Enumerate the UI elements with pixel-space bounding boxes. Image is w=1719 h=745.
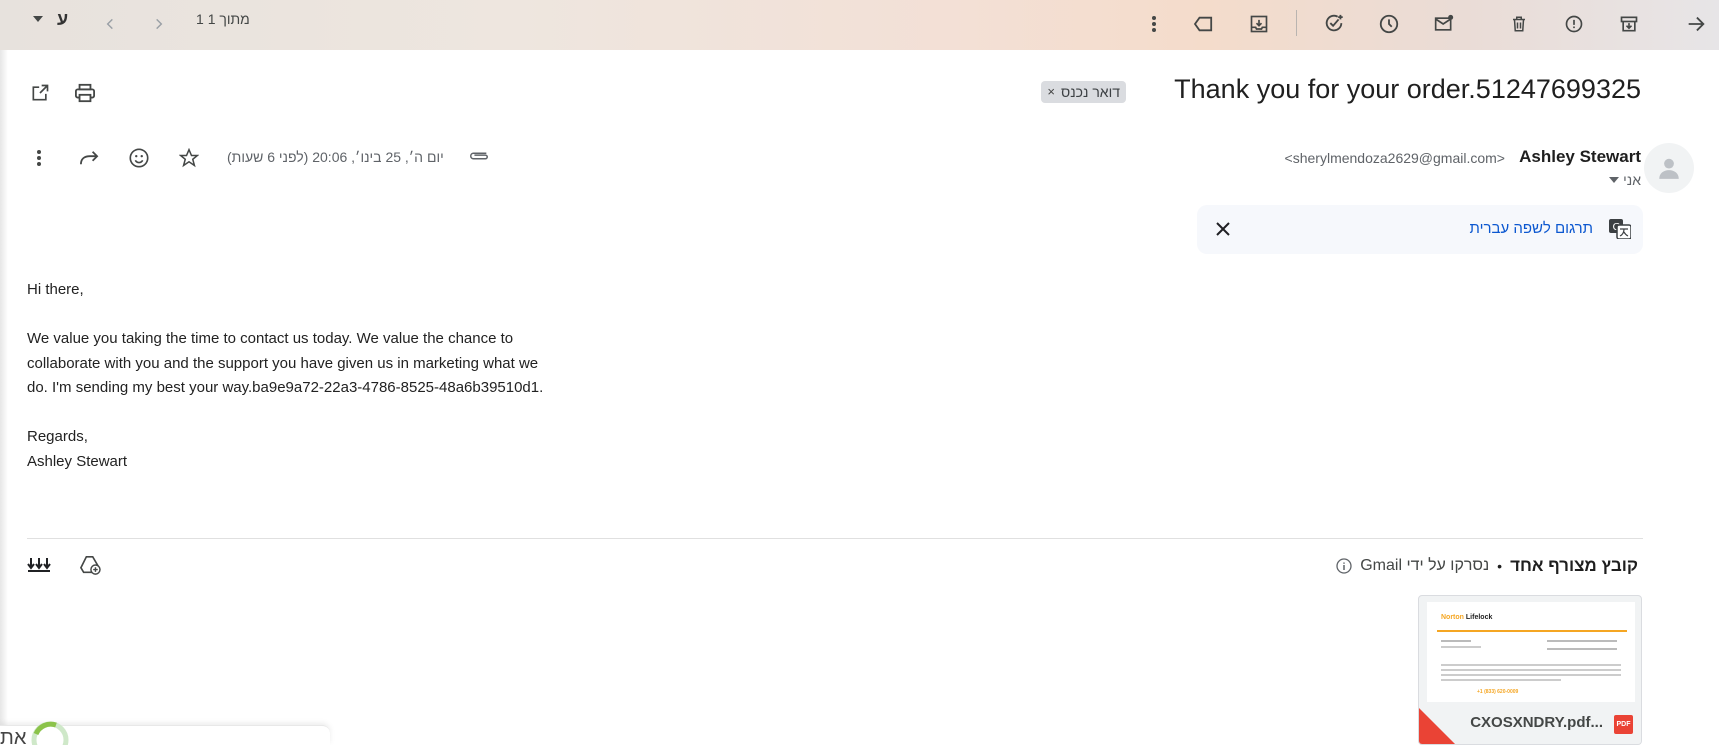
star-icon[interactable] — [173, 142, 205, 174]
loading-spinner-icon — [30, 720, 70, 745]
preview-line — [1441, 664, 1621, 666]
scanned-by-label: נסרקו על ידי Gmail — [1360, 557, 1490, 574]
remove-label-icon[interactable]: × — [1047, 81, 1055, 103]
delete-icon[interactable] — [1503, 8, 1535, 40]
message-date: יום ה׳, 25 בינו׳, 20:06 (לפני 6 שעות) — [227, 149, 444, 165]
body-paragraph: We value you taking the time to contact … — [27, 330, 544, 396]
print-icon[interactable] — [69, 77, 101, 109]
pdf-corner-fold — [1419, 708, 1455, 744]
preview-rule — [1437, 630, 1627, 632]
avatar[interactable] — [1644, 143, 1694, 193]
toolbar-divider — [1296, 10, 1297, 36]
translate-banner: תרגום לשפה עברית G — [1197, 205, 1643, 254]
translate-icon: G — [1609, 219, 1631, 239]
email-subject: Thank you for your order.51247699325 — [1174, 74, 1641, 104]
recipient-label: אני — [1623, 172, 1641, 188]
body-closing: Regards, — [27, 428, 88, 445]
pagination-text: 1 מתוך 1 — [196, 11, 250, 27]
sender-email: <sherylmendoza2629@gmail.com> — [1284, 150, 1505, 166]
label-text: דואר נכנס — [1061, 84, 1120, 100]
add-to-drive-icon[interactable] — [74, 549, 106, 581]
label-icon[interactable] — [1188, 8, 1220, 40]
open-new-window-icon[interactable] — [24, 77, 56, 109]
forward-icon[interactable] — [73, 142, 105, 174]
close-icon[interactable] — [1209, 215, 1237, 243]
preview-line — [1547, 640, 1617, 642]
emoji-reaction-icon[interactable] — [123, 142, 155, 174]
preview-phone: +1 (833) 620-0009 — [1477, 689, 1519, 695]
older-chevron-icon[interactable] — [143, 8, 175, 40]
attachment-icon — [468, 150, 490, 162]
download-all-icon[interactable] — [23, 549, 55, 581]
input-tools-language[interactable]: ע — [57, 9, 68, 30]
recipients-dropdown[interactable]: אני — [1609, 172, 1641, 188]
preview-line — [1441, 669, 1621, 671]
input-tools-dropdown-icon[interactable] — [33, 16, 43, 22]
info-icon[interactable] — [1336, 558, 1352, 574]
move-to-icon[interactable] — [1243, 8, 1275, 40]
body-signature: Ashley Stewart — [27, 452, 128, 470]
report-spam-icon[interactable] — [1558, 8, 1590, 40]
archive-icon[interactable] — [1613, 8, 1645, 40]
more-vert-icon[interactable] — [1138, 8, 1170, 40]
sender-name: Ashley Stewart — [1519, 147, 1641, 166]
pdf-icon: PDF — [1614, 715, 1633, 734]
preview-line — [1441, 679, 1561, 681]
preview-line — [1441, 674, 1621, 676]
preview-line — [1441, 640, 1471, 642]
more-options-icon[interactable] — [23, 142, 55, 174]
newer-chevron-icon[interactable] — [94, 8, 126, 40]
attachments-count: קובץ מצורף אחד — [1510, 556, 1638, 575]
preview-line — [1441, 646, 1481, 648]
bottom-widget-text: את — [0, 727, 27, 745]
body-greeting: Hi there, — [27, 281, 84, 298]
inbox-label-chip[interactable]: × דואר נכנס — [1041, 81, 1126, 103]
pdf-preview-thumbnail: Norton Lifelock +1 (833) 620-0009 — [1427, 602, 1635, 702]
preview-brand: Norton Lifelock — [1441, 614, 1493, 621]
toolbar: 1 מתוך 1 ע — [0, 0, 1719, 50]
mark-unread-icon[interactable] — [1428, 8, 1460, 40]
chevron-down-icon[interactable] — [1609, 177, 1620, 183]
attachments-separator: • — [1497, 558, 1503, 574]
preview-line — [1547, 648, 1617, 650]
attachments-header: קובץ מצורף אחד • נסרקו על ידי Gmail — [1336, 556, 1638, 576]
attachment-card[interactable]: Norton Lifelock +1 (833) 620-0009 PDF CX… — [1418, 595, 1642, 745]
back-arrow-icon[interactable] — [1680, 8, 1712, 40]
snooze-icon[interactable] — [1373, 8, 1405, 40]
add-task-icon[interactable] — [1318, 8, 1350, 40]
attachments-divider — [27, 538, 1643, 539]
attachment-filename: CXOSXNDRY.pdf... — [1470, 714, 1603, 731]
message-body: Hi there, We value you taking the time t… — [27, 278, 547, 474]
left-edge-shadow — [0, 50, 8, 745]
translate-link[interactable]: תרגום לשפה עברית — [1470, 220, 1593, 237]
